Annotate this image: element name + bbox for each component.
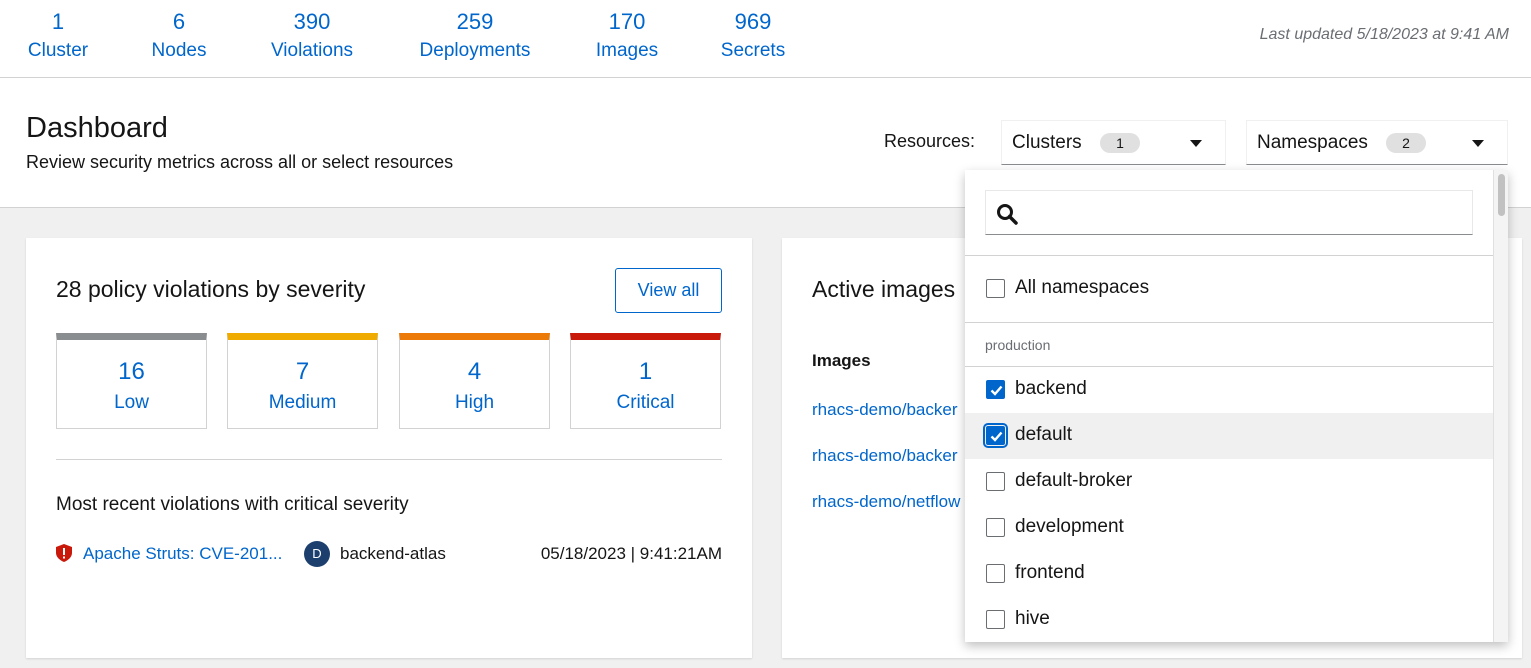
checkbox[interactable]	[986, 472, 1005, 491]
deployment-avatar: D	[304, 541, 330, 567]
violation-time: 05/18/2023 | 9:41:21AM	[540, 544, 722, 563]
severity-label: Medium	[268, 392, 337, 413]
namespace-option-default-broker[interactable]: default-broker	[965, 459, 1493, 505]
namespace-group-label: production	[985, 337, 1051, 353]
option-label: All namespaces	[1015, 277, 1150, 298]
namespace-option-frontend[interactable]: frontend	[965, 551, 1493, 597]
scrollbar-thumb[interactable]	[1498, 174, 1505, 216]
summary-bar: 1 Cluster 6 Nodes 390 Violations 259 Dep…	[0, 0, 1531, 78]
checkbox[interactable]	[986, 518, 1005, 537]
severity-count: 16	[118, 358, 145, 385]
stat-label: Nodes	[151, 40, 207, 61]
checkmark-icon	[990, 431, 1003, 442]
violations-card: 28 policy violations by severity View al…	[26, 238, 752, 658]
severity-count: 4	[467, 358, 482, 385]
severity-label: Low	[114, 392, 149, 413]
stat-label: Cluster	[27, 40, 89, 61]
checkbox[interactable]	[986, 610, 1005, 629]
stat-value: 969	[734, 9, 772, 34]
option-label: hive	[1015, 608, 1050, 629]
violation-row: Apache Struts: CVE-201... D backend-atla…	[56, 541, 722, 567]
menu-divider	[965, 255, 1493, 256]
stat-value: 1	[51, 9, 65, 34]
image-link[interactable]: rhacs-demo/backer	[812, 446, 958, 466]
namespace-option-backend[interactable]: backend	[965, 367, 1493, 413]
namespaces-select-label: Namespaces	[1257, 132, 1368, 153]
stat-label: Violations	[270, 40, 354, 61]
checkbox[interactable]	[986, 279, 1005, 298]
resources-label: Resources:	[884, 131, 976, 151]
option-label: development	[1015, 516, 1124, 537]
stat-secrets[interactable]: 969 Secrets	[716, 8, 790, 66]
violation-policy-link[interactable]: Apache Struts: CVE-201...	[83, 544, 282, 564]
view-all-button[interactable]: View all	[615, 268, 722, 313]
images-column-header: Images	[812, 351, 871, 370]
namespace-option-development[interactable]: development	[965, 505, 1493, 551]
active-images-title: Active images	[812, 276, 956, 302]
last-updated: Last updated 5/18/2023 at 9:41 AM	[1259, 26, 1509, 43]
severity-low-tile[interactable]: 16 Low	[56, 333, 207, 429]
page-subtitle: Review security metrics across all or se…	[26, 152, 454, 172]
violation-deployment: backend-atlas	[340, 544, 446, 563]
stat-label: Deployments	[419, 40, 531, 61]
namespaces-count-badge: 2	[1386, 133, 1426, 153]
divider	[56, 459, 722, 460]
recent-violations-title: Most recent violations with critical sev…	[56, 494, 409, 515]
stat-label: Images	[595, 40, 659, 61]
severity-label: Critical	[616, 392, 675, 413]
severity-high-tile[interactable]: 4 High	[399, 333, 550, 429]
namespaces-select[interactable]: Namespaces 2	[1246, 120, 1508, 165]
caret-down-icon	[1472, 140, 1484, 147]
stat-images[interactable]: 170 Images	[592, 8, 662, 66]
checkmark-icon	[990, 385, 1003, 396]
severity-count: 1	[638, 358, 653, 385]
search-icon	[997, 204, 1018, 225]
option-label: default-broker	[1015, 470, 1133, 491]
severity-medium-tile[interactable]: 7 Medium	[227, 333, 378, 429]
clusters-select[interactable]: Clusters 1	[1001, 120, 1226, 165]
option-label: default	[1015, 424, 1073, 445]
stat-nodes[interactable]: 6 Nodes	[146, 8, 212, 66]
severity-critical-tile[interactable]: 1 Critical	[570, 333, 721, 429]
violations-card-title: 28 policy violations by severity	[56, 276, 366, 302]
stat-label: Secrets	[720, 40, 786, 61]
stat-deployments[interactable]: 259 Deployments	[414, 8, 536, 66]
stat-value: 390	[293, 9, 331, 34]
stat-cluster[interactable]: 1 Cluster	[26, 8, 90, 66]
namespace-option-default[interactable]: default	[965, 413, 1493, 459]
namespace-search-input[interactable]	[985, 190, 1473, 235]
option-label: backend	[1015, 378, 1087, 399]
severity-label: High	[454, 392, 495, 413]
option-label: frontend	[1015, 562, 1085, 583]
stat-value: 259	[456, 9, 494, 34]
menu-divider	[965, 322, 1493, 323]
page-title: Dashboard	[26, 112, 168, 144]
checkbox[interactable]	[986, 564, 1005, 583]
checkbox-checked[interactable]	[986, 380, 1005, 399]
clusters-select-label: Clusters	[1012, 132, 1082, 153]
namespace-option-all[interactable]: All namespaces	[965, 266, 1493, 312]
checkbox-checked[interactable]	[983, 423, 1008, 448]
stat-value: 6	[172, 9, 186, 34]
image-link[interactable]: rhacs-demo/backer	[812, 400, 958, 420]
namespaces-menu: All namespaces production backend defaul…	[965, 170, 1508, 642]
image-link[interactable]: rhacs-demo/netflow	[812, 492, 960, 512]
clusters-count-badge: 1	[1100, 133, 1140, 153]
shield-exclamation-icon	[56, 544, 72, 562]
namespace-option-hive[interactable]: hive	[965, 597, 1493, 642]
stat-violations[interactable]: 390 Violations	[266, 8, 358, 66]
severity-count: 7	[295, 358, 310, 385]
caret-down-icon	[1190, 140, 1202, 147]
stat-value: 170	[608, 9, 646, 34]
menu-scrollbar[interactable]	[1493, 170, 1508, 642]
